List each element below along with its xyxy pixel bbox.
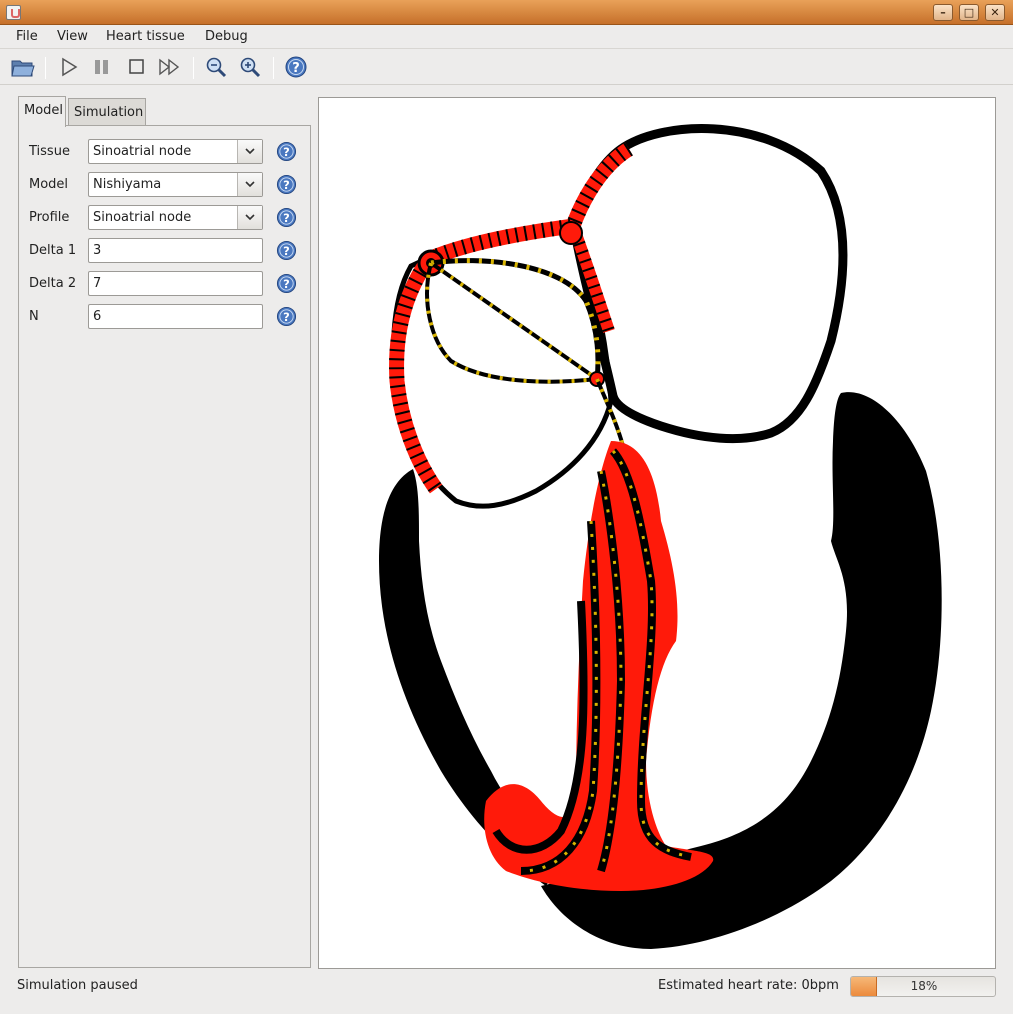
heart-simulation-canvas[interactable]	[318, 97, 996, 969]
menu-view[interactable]: View	[57, 29, 88, 44]
delta1-label: Delta 1	[29, 243, 77, 258]
tab-model[interactable]: Model	[18, 96, 66, 127]
tissue-select[interactable]: Sinoatrial node	[88, 139, 263, 164]
toolbar-separator	[193, 57, 194, 79]
toolbar-separator	[45, 57, 46, 79]
chevron-down-icon[interactable]	[237, 173, 262, 196]
n-label: N	[29, 309, 39, 324]
profile-select-value: Sinoatrial node	[93, 210, 192, 225]
tab-simulation[interactable]: Simulation	[68, 98, 146, 126]
menu-heart-tissue[interactable]: Heart tissue	[106, 29, 185, 44]
zoom-in-icon[interactable]	[237, 55, 263, 79]
right-atrium-wall	[568, 124, 848, 444]
close-icon[interactable]: ✕	[985, 4, 1005, 21]
profile-label: Profile	[29, 210, 70, 225]
chevron-down-icon[interactable]	[237, 206, 262, 229]
heart-tissue-drawing	[379, 124, 942, 949]
menu-debug[interactable]: Debug	[205, 29, 248, 44]
open-folder-icon[interactable]	[10, 55, 36, 79]
internodal-path	[425, 262, 598, 384]
toolbar-separator	[273, 57, 274, 79]
svg-text:?: ?	[283, 211, 290, 225]
svg-text:?: ?	[283, 244, 290, 258]
svg-text:?: ?	[283, 310, 290, 324]
tissue-help-icon[interactable]: ?	[276, 141, 297, 162]
model-select-value: Nishiyama	[93, 177, 162, 192]
progress-text: 18%	[910, 979, 938, 993]
status-message: Simulation paused	[17, 978, 138, 993]
pause-icon[interactable]	[89, 55, 115, 79]
delta1-help-icon[interactable]: ?	[276, 240, 297, 261]
maximize-icon[interactable]: □	[959, 4, 979, 21]
delta2-field[interactable]	[88, 271, 263, 296]
svg-text:?: ?	[292, 61, 300, 76]
fast-forward-icon[interactable]	[157, 55, 183, 79]
menu-file[interactable]: File	[16, 29, 38, 44]
svg-text:?: ?	[283, 178, 290, 192]
delta2-label: Delta 2	[29, 276, 77, 291]
stop-icon[interactable]	[124, 55, 150, 79]
heart-rate-readout: Estimated heart rate: 0bpm	[658, 978, 839, 993]
tissue-label: Tissue	[29, 144, 70, 159]
simulation-progress-bar: 18%	[850, 976, 996, 997]
model-label: Model	[29, 177, 69, 192]
toolbar: ?	[0, 49, 1013, 85]
minimize-icon[interactable]: –	[933, 4, 953, 21]
profile-help-icon[interactable]: ?	[276, 207, 297, 228]
profile-select[interactable]: Sinoatrial node	[88, 205, 263, 230]
menu-bar: File View Heart tissue Debug	[0, 25, 1013, 49]
java-app-icon	[6, 5, 21, 20]
delta2-help-icon[interactable]: ?	[276, 273, 297, 294]
model-select[interactable]: Nishiyama	[88, 172, 263, 197]
svg-text:?: ?	[283, 277, 290, 291]
zoom-out-icon[interactable]	[203, 55, 229, 79]
n-field[interactable]	[88, 304, 263, 329]
title-bar: – □ ✕	[0, 0, 1013, 25]
delta1-field[interactable]	[88, 238, 263, 263]
help-icon[interactable]: ?	[283, 55, 309, 79]
svg-text:?: ?	[283, 145, 290, 159]
model-help-icon[interactable]: ?	[276, 174, 297, 195]
tissue-select-value: Sinoatrial node	[93, 144, 192, 159]
n-help-icon[interactable]: ?	[276, 306, 297, 327]
play-icon[interactable]	[56, 55, 82, 79]
chevron-down-icon[interactable]	[237, 140, 262, 163]
